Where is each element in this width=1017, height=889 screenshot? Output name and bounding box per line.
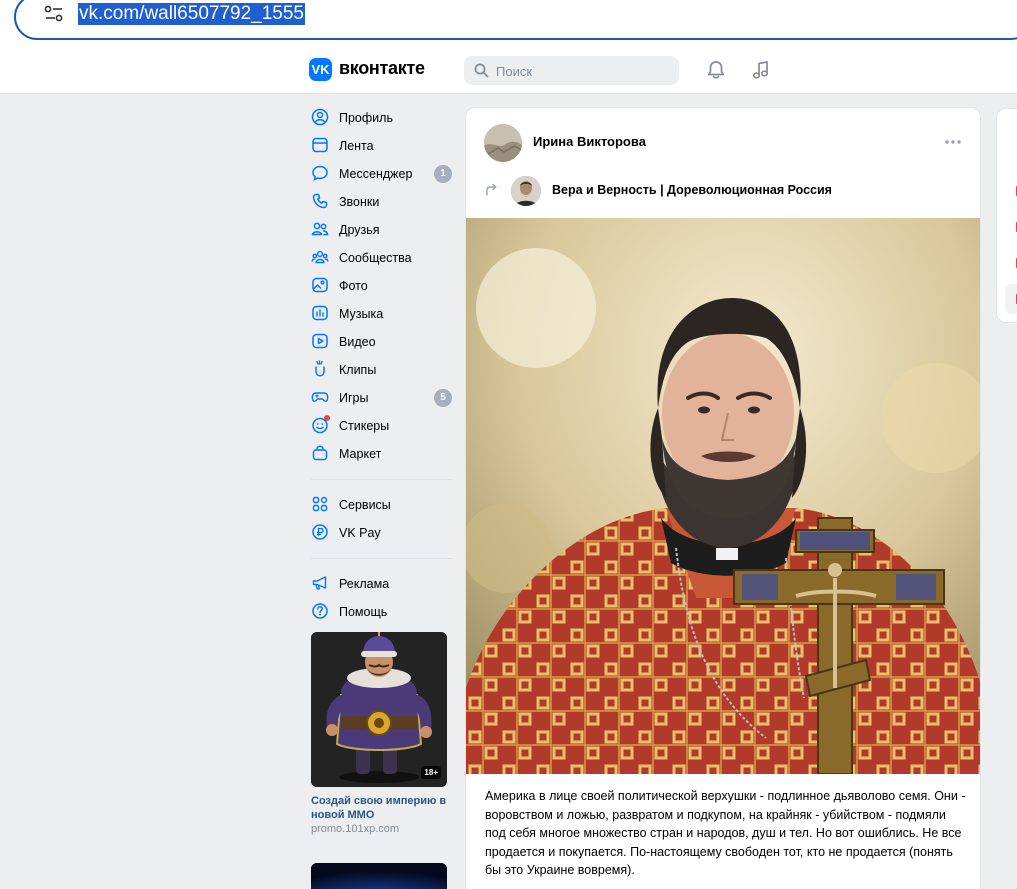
nav-label: Игры	[339, 391, 369, 405]
nav-item-photos[interactable]: Фото	[309, 272, 456, 300]
video-icon	[312, 333, 328, 349]
search-icon	[474, 63, 489, 78]
browser-toolbar: vk.com/wall6507792_1555	[0, 0, 1017, 46]
nav-item-ads[interactable]: Реклама	[309, 570, 456, 598]
games-count-badge: 5	[434, 389, 452, 407]
ad-image-secondary-art	[311, 863, 447, 889]
nav-label: Клипы	[339, 363, 377, 377]
group-avatar[interactable]	[511, 176, 541, 206]
left-menu: Профиль Лента Мессенджер 1 Звонки Друзья…	[309, 104, 456, 626]
nav-label: Помощь	[339, 605, 388, 619]
group-avatar-image	[511, 176, 541, 206]
nav-item-video[interactable]: Видео	[309, 328, 456, 356]
clips-icon	[315, 360, 325, 377]
author-avatar-image	[484, 124, 522, 162]
vkpay-icon	[312, 524, 328, 540]
priest-with-cross-photo	[466, 218, 980, 774]
nav-label: Друзья	[339, 223, 380, 237]
friends-icon	[311, 222, 329, 236]
post-text: Америка в лице своей политической верхуш…	[485, 789, 966, 878]
communities-icon	[311, 250, 329, 264]
author-avatar[interactable]	[484, 124, 522, 162]
post-photo[interactable]	[466, 218, 980, 774]
brand-name[interactable]: вконтакте	[339, 58, 425, 79]
nav-label: Маркет	[339, 447, 382, 461]
nav-item-vkpay[interactable]: VK Pay	[309, 519, 456, 547]
address-bar[interactable]: vk.com/wall6507792_1555	[14, 0, 1017, 40]
search-box[interactable]	[464, 56, 679, 85]
site-settings-icon[interactable]	[44, 5, 64, 23]
nav-item-messenger[interactable]: Мессенджер 1	[309, 160, 456, 188]
nav-item-clips[interactable]: Клипы	[309, 356, 456, 384]
user-circle-icon	[311, 108, 329, 126]
url-text[interactable]: vk.com/wall6507792_1555	[78, 3, 305, 25]
notification-dot	[324, 415, 330, 421]
music-note-icon[interactable]	[750, 59, 772, 81]
nav-label: Звонки	[339, 195, 380, 209]
nav-label: Реклама	[339, 577, 390, 591]
nav-label: Видео	[339, 335, 376, 349]
ad-warrior-illustration	[311, 632, 447, 787]
megaphone-icon	[312, 576, 327, 590]
nav-divider	[311, 479, 452, 480]
nav-item-friends[interactable]: Друзья	[309, 216, 456, 244]
bell-icon[interactable]	[705, 59, 727, 81]
repost-source-name[interactable]: Вера и Верность | Дореволюционная Россия	[552, 183, 832, 197]
nav-item-communities[interactable]: Сообщества	[309, 244, 456, 272]
wall-post: Ирина Викторова Вера и Верность | Дорево…	[465, 107, 981, 889]
nav-item-calls[interactable]: Звонки	[309, 188, 456, 216]
vk-header: VK вконтакте	[0, 46, 1017, 94]
message-icon	[312, 165, 328, 181]
age-rating-badge: 18+	[421, 766, 441, 779]
gamepad-icon	[311, 392, 329, 402]
market-bag-icon	[312, 445, 328, 461]
nav-item-profile[interactable]: Профиль	[309, 104, 456, 132]
nav-label: Профиль	[339, 111, 393, 125]
nav-item-services[interactable]: Сервисы	[309, 491, 456, 519]
author-name[interactable]: Ирина Викторова	[533, 134, 646, 149]
nav-label: Сервисы	[339, 498, 391, 512]
nav-item-market[interactable]: Маркет	[309, 440, 456, 468]
ad-image-secondary[interactable]	[311, 863, 447, 889]
more-options-icon[interactable]	[944, 139, 962, 145]
ad-title[interactable]: Создай свою империю в новой MMO	[311, 794, 447, 822]
nav-label: Фото	[339, 279, 368, 293]
music-icon	[312, 305, 328, 321]
nav-item-feed[interactable]: Лента	[309, 132, 456, 160]
unread-count-badge: 1	[434, 165, 452, 183]
newsfeed-icon	[312, 137, 328, 153]
photo-icon	[312, 277, 328, 293]
nav-item-music[interactable]: Музыка	[309, 300, 456, 328]
nav-label: Мессенджер	[339, 167, 413, 181]
phone-icon	[312, 193, 328, 209]
ad-domain: promo.101xp.com	[311, 823, 400, 835]
nav-label: Стикеры	[339, 419, 390, 433]
nav-label: Сообщества	[339, 251, 412, 265]
nav-item-help[interactable]: Помощь	[309, 598, 456, 626]
search-input[interactable]	[496, 62, 666, 80]
right-side-menu	[996, 108, 1017, 323]
ad-image[interactable]: 18+	[311, 632, 447, 787]
repost-arrow-icon	[486, 183, 497, 196]
nav-label: VK Pay	[339, 526, 381, 540]
services-grid-icon	[312, 496, 328, 512]
nav-item-games[interactable]: Игры 5	[309, 384, 456, 412]
nav-divider	[311, 558, 452, 559]
nav-item-stickers[interactable]: Стикеры	[309, 412, 456, 440]
vk-logo-icon[interactable]: VK	[309, 58, 332, 81]
ad-block[interactable]: 18+ Создай свою империю в новой MMO prom…	[311, 632, 447, 835]
nav-label: Музыка	[339, 307, 384, 321]
help-icon	[312, 603, 328, 619]
nav-label: Лента	[339, 139, 374, 153]
